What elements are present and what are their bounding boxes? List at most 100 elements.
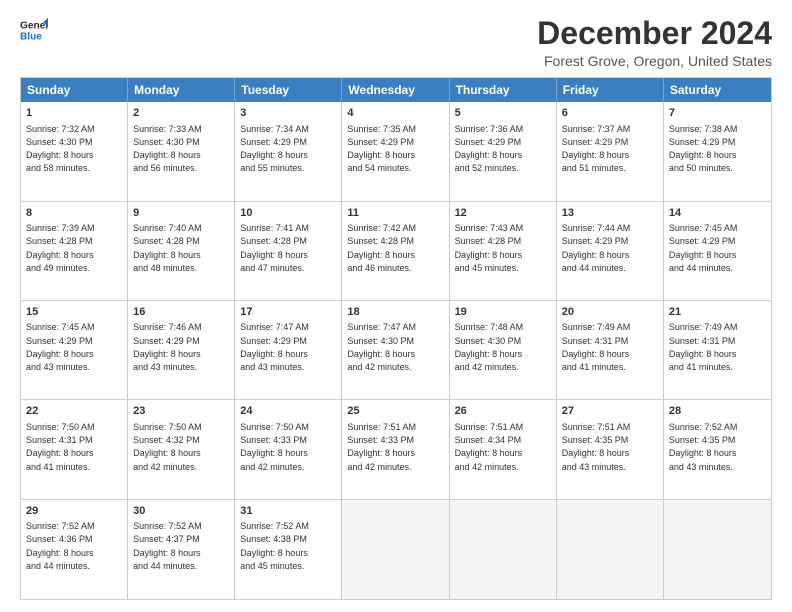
cell-info: Sunrise: 7:50 AMSunset: 4:31 PMDaylight:…	[26, 422, 95, 472]
calendar-cell: 11 Sunrise: 7:42 AMSunset: 4:28 PMDaylig…	[342, 202, 449, 300]
main-title: December 2024	[537, 16, 772, 51]
cell-info: Sunrise: 7:42 AMSunset: 4:28 PMDaylight:…	[347, 223, 416, 273]
cell-info: Sunrise: 7:34 AMSunset: 4:29 PMDaylight:…	[240, 124, 309, 174]
day-number: 30	[133, 504, 229, 519]
calendar-cell: 7 Sunrise: 7:38 AMSunset: 4:29 PMDayligh…	[664, 102, 771, 200]
day-number: 4	[347, 106, 443, 121]
calendar-cell: 13 Sunrise: 7:44 AMSunset: 4:29 PMDaylig…	[557, 202, 664, 300]
calendar-cell: 10 Sunrise: 7:41 AMSunset: 4:28 PMDaylig…	[235, 202, 342, 300]
calendar-cell	[557, 500, 664, 599]
cell-info: Sunrise: 7:37 AMSunset: 4:29 PMDaylight:…	[562, 124, 631, 174]
calendar-cell	[342, 500, 449, 599]
day-header-friday: Friday	[557, 78, 664, 102]
calendar-cell: 6 Sunrise: 7:37 AMSunset: 4:29 PMDayligh…	[557, 102, 664, 200]
calendar-cell	[450, 500, 557, 599]
day-number: 28	[669, 404, 766, 419]
cell-info: Sunrise: 7:51 AMSunset: 4:35 PMDaylight:…	[562, 422, 631, 472]
cell-info: Sunrise: 7:51 AMSunset: 4:34 PMDaylight:…	[455, 422, 524, 472]
cell-info: Sunrise: 7:41 AMSunset: 4:28 PMDaylight:…	[240, 223, 309, 273]
cell-info: Sunrise: 7:36 AMSunset: 4:29 PMDaylight:…	[455, 124, 524, 174]
cell-info: Sunrise: 7:50 AMSunset: 4:32 PMDaylight:…	[133, 422, 202, 472]
calendar-row: 22 Sunrise: 7:50 AMSunset: 4:31 PMDaylig…	[21, 400, 771, 499]
cell-info: Sunrise: 7:38 AMSunset: 4:29 PMDaylight:…	[669, 124, 738, 174]
day-number: 5	[455, 106, 551, 121]
calendar-cell	[664, 500, 771, 599]
day-number: 19	[455, 305, 551, 320]
day-number: 7	[669, 106, 766, 121]
logo-icon: General Blue	[20, 16, 48, 44]
day-header-wednesday: Wednesday	[342, 78, 449, 102]
calendar-cell: 8 Sunrise: 7:39 AMSunset: 4:28 PMDayligh…	[21, 202, 128, 300]
cell-info: Sunrise: 7:33 AMSunset: 4:30 PMDaylight:…	[133, 124, 202, 174]
cell-info: Sunrise: 7:45 AMSunset: 4:29 PMDaylight:…	[26, 322, 95, 372]
day-number: 15	[26, 305, 122, 320]
calendar-cell: 2 Sunrise: 7:33 AMSunset: 4:30 PMDayligh…	[128, 102, 235, 200]
cell-info: Sunrise: 7:35 AMSunset: 4:29 PMDaylight:…	[347, 124, 416, 174]
cell-info: Sunrise: 7:48 AMSunset: 4:30 PMDaylight:…	[455, 322, 524, 372]
cell-info: Sunrise: 7:39 AMSunset: 4:28 PMDaylight:…	[26, 223, 95, 273]
calendar-row: 8 Sunrise: 7:39 AMSunset: 4:28 PMDayligh…	[21, 202, 771, 301]
calendar-cell: 12 Sunrise: 7:43 AMSunset: 4:28 PMDaylig…	[450, 202, 557, 300]
cell-info: Sunrise: 7:47 AMSunset: 4:29 PMDaylight:…	[240, 322, 309, 372]
day-number: 3	[240, 106, 336, 121]
cell-info: Sunrise: 7:52 AMSunset: 4:37 PMDaylight:…	[133, 521, 202, 571]
day-number: 25	[347, 404, 443, 419]
calendar-cell: 26 Sunrise: 7:51 AMSunset: 4:34 PMDaylig…	[450, 400, 557, 498]
calendar-cell: 27 Sunrise: 7:51 AMSunset: 4:35 PMDaylig…	[557, 400, 664, 498]
day-number: 27	[562, 404, 658, 419]
calendar-row: 1 Sunrise: 7:32 AMSunset: 4:30 PMDayligh…	[21, 102, 771, 201]
day-number: 14	[669, 206, 766, 221]
calendar-cell: 16 Sunrise: 7:46 AMSunset: 4:29 PMDaylig…	[128, 301, 235, 399]
day-number: 8	[26, 206, 122, 221]
cell-info: Sunrise: 7:40 AMSunset: 4:28 PMDaylight:…	[133, 223, 202, 273]
calendar-cell: 18 Sunrise: 7:47 AMSunset: 4:30 PMDaylig…	[342, 301, 449, 399]
day-number: 13	[562, 206, 658, 221]
calendar-cell: 9 Sunrise: 7:40 AMSunset: 4:28 PMDayligh…	[128, 202, 235, 300]
calendar-cell: 21 Sunrise: 7:49 AMSunset: 4:31 PMDaylig…	[664, 301, 771, 399]
day-number: 9	[133, 206, 229, 221]
calendar-cell: 14 Sunrise: 7:45 AMSunset: 4:29 PMDaylig…	[664, 202, 771, 300]
calendar-cell: 17 Sunrise: 7:47 AMSunset: 4:29 PMDaylig…	[235, 301, 342, 399]
page: General Blue December 2024 Forest Grove,…	[0, 0, 792, 612]
day-header-monday: Monday	[128, 78, 235, 102]
day-number: 11	[347, 206, 443, 221]
calendar-cell: 19 Sunrise: 7:48 AMSunset: 4:30 PMDaylig…	[450, 301, 557, 399]
day-number: 20	[562, 305, 658, 320]
calendar-cell: 29 Sunrise: 7:52 AMSunset: 4:36 PMDaylig…	[21, 500, 128, 599]
cell-info: Sunrise: 7:50 AMSunset: 4:33 PMDaylight:…	[240, 422, 309, 472]
calendar-cell: 23 Sunrise: 7:50 AMSunset: 4:32 PMDaylig…	[128, 400, 235, 498]
cell-info: Sunrise: 7:49 AMSunset: 4:31 PMDaylight:…	[669, 322, 738, 372]
logo: General Blue	[20, 16, 48, 44]
header: General Blue December 2024 Forest Grove,…	[20, 16, 772, 69]
calendar: SundayMondayTuesdayWednesdayThursdayFrid…	[20, 77, 772, 600]
day-header-saturday: Saturday	[664, 78, 771, 102]
day-number: 16	[133, 305, 229, 320]
cell-info: Sunrise: 7:49 AMSunset: 4:31 PMDaylight:…	[562, 322, 631, 372]
calendar-cell: 30 Sunrise: 7:52 AMSunset: 4:37 PMDaylig…	[128, 500, 235, 599]
subtitle: Forest Grove, Oregon, United States	[537, 53, 772, 69]
cell-info: Sunrise: 7:51 AMSunset: 4:33 PMDaylight:…	[347, 422, 416, 472]
day-number: 31	[240, 504, 336, 519]
cell-info: Sunrise: 7:46 AMSunset: 4:29 PMDaylight:…	[133, 322, 202, 372]
day-number: 12	[455, 206, 551, 221]
svg-text:Blue: Blue	[20, 31, 42, 42]
calendar-cell: 1 Sunrise: 7:32 AMSunset: 4:30 PMDayligh…	[21, 102, 128, 200]
day-number: 10	[240, 206, 336, 221]
cell-info: Sunrise: 7:43 AMSunset: 4:28 PMDaylight:…	[455, 223, 524, 273]
calendar-cell: 20 Sunrise: 7:49 AMSunset: 4:31 PMDaylig…	[557, 301, 664, 399]
title-block: December 2024 Forest Grove, Oregon, Unit…	[537, 16, 772, 69]
calendar-cell: 31 Sunrise: 7:52 AMSunset: 4:38 PMDaylig…	[235, 500, 342, 599]
cell-info: Sunrise: 7:44 AMSunset: 4:29 PMDaylight:…	[562, 223, 631, 273]
calendar-row: 15 Sunrise: 7:45 AMSunset: 4:29 PMDaylig…	[21, 301, 771, 400]
day-number: 29	[26, 504, 122, 519]
calendar-cell: 3 Sunrise: 7:34 AMSunset: 4:29 PMDayligh…	[235, 102, 342, 200]
day-header-thursday: Thursday	[450, 78, 557, 102]
day-number: 17	[240, 305, 336, 320]
cell-info: Sunrise: 7:52 AMSunset: 4:38 PMDaylight:…	[240, 521, 309, 571]
day-number: 23	[133, 404, 229, 419]
calendar-cell: 15 Sunrise: 7:45 AMSunset: 4:29 PMDaylig…	[21, 301, 128, 399]
calendar-row: 29 Sunrise: 7:52 AMSunset: 4:36 PMDaylig…	[21, 500, 771, 599]
calendar-cell: 24 Sunrise: 7:50 AMSunset: 4:33 PMDaylig…	[235, 400, 342, 498]
cell-info: Sunrise: 7:32 AMSunset: 4:30 PMDaylight:…	[26, 124, 95, 174]
day-number: 18	[347, 305, 443, 320]
